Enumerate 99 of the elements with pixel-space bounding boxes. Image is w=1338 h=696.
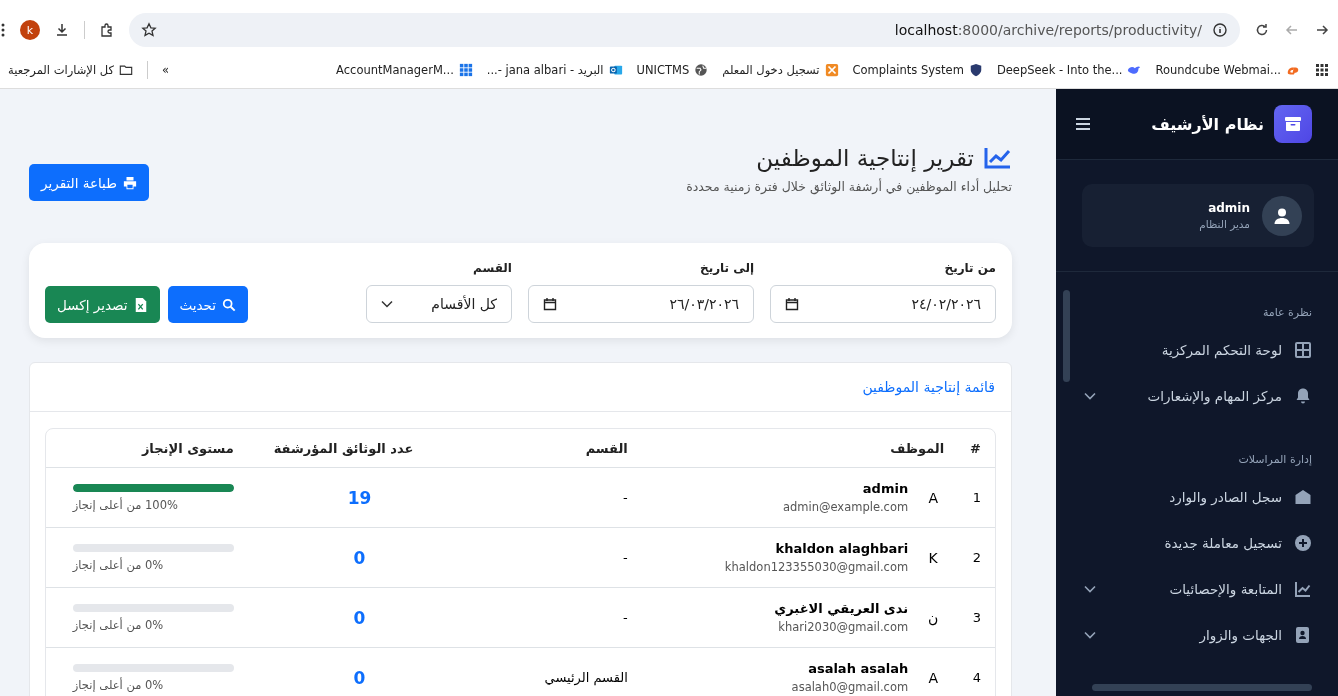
employee-email: asalah0@gmail.com bbox=[791, 680, 909, 694]
plus-circle-icon bbox=[1294, 534, 1312, 552]
download-icon[interactable] bbox=[54, 22, 70, 38]
address-bar[interactable]: localhost:8000/archive/reports/productivity/ bbox=[129, 13, 1240, 47]
column-header: عدد الوثائق المؤرشفة bbox=[273, 440, 414, 456]
nav-item[interactable]: مركز المهام والإشعارات bbox=[1084, 373, 1312, 419]
column-header: الموظف bbox=[890, 440, 945, 456]
nav-item[interactable]: سجل الصادر والوارد bbox=[1084, 474, 1312, 520]
chevron-down-icon bbox=[1084, 585, 1096, 593]
calendar-icon bbox=[785, 297, 799, 311]
info-icon[interactable] bbox=[1212, 22, 1228, 38]
puzzle-icon[interactable] bbox=[99, 22, 115, 38]
row-number: 1 bbox=[972, 490, 981, 505]
bookmark[interactable]: تسجيل دخول المعلم bbox=[722, 63, 839, 77]
department-text: القسم الرئيسي bbox=[544, 670, 628, 685]
shield-icon bbox=[968, 63, 983, 77]
column-header: مستوى الإنجاز bbox=[141, 440, 234, 456]
employee-name: ندى العريقي الاغبري bbox=[774, 601, 909, 616]
app-title: نظام الأرشيف bbox=[1151, 114, 1264, 134]
user-name: admin bbox=[1207, 201, 1250, 215]
user-role: مدير النظام bbox=[1199, 218, 1250, 230]
department-text: - bbox=[623, 550, 628, 565]
employee-email: admin@example.com bbox=[782, 500, 909, 514]
department-text: - bbox=[623, 490, 628, 505]
field-label: إلى تاريخ bbox=[699, 261, 754, 275]
profile-avatar[interactable]: k bbox=[20, 20, 40, 40]
field-label: القسم bbox=[472, 261, 512, 275]
document-count: 0 bbox=[353, 607, 366, 628]
document-count: 0 bbox=[353, 547, 366, 568]
globe-icon bbox=[694, 63, 709, 77]
employee-name: asalah asalah bbox=[807, 661, 909, 676]
progress-reading: 0% من أعلى إنجاز bbox=[72, 617, 165, 632]
employee-name: khaldon alaghbari bbox=[774, 541, 909, 556]
date-field[interactable]: ٢٤/٠٢/٢٠٢٦ bbox=[770, 285, 996, 323]
bell-icon bbox=[1294, 387, 1312, 405]
chevron-down-icon bbox=[1084, 392, 1096, 400]
progress-reading: 0% من أعلى إنجاز bbox=[72, 557, 165, 572]
chart-icon bbox=[1294, 580, 1312, 598]
employee-initial: A bbox=[927, 669, 939, 686]
bookmark[interactable]: UNICTMS bbox=[636, 63, 709, 77]
bookmark[interactable]: AccountManagerM... bbox=[336, 63, 473, 77]
apps-icon[interactable] bbox=[1314, 62, 1330, 78]
employee-email: khaldon123355030@gmail.com bbox=[724, 560, 909, 574]
section-heading: نظرة عامة bbox=[1261, 306, 1312, 319]
page-subtitle: تحليل أداء الموظفين في أرشفة الوثائق خلال فترة زمنية محددة bbox=[686, 179, 1012, 194]
grid-icon bbox=[1294, 341, 1312, 359]
row-number: 2 bbox=[972, 550, 981, 565]
folder-icon bbox=[118, 63, 133, 77]
chevron-down-icon bbox=[1084, 631, 1096, 639]
print-button[interactable]: طباعة التقرير bbox=[29, 164, 149, 201]
employee-initial: ن bbox=[927, 609, 940, 626]
grid-icon bbox=[458, 63, 473, 77]
nav-item[interactable]: المتابعة والإحصائيات bbox=[1084, 566, 1312, 612]
overflow-button[interactable]: » bbox=[161, 63, 169, 77]
calendar-icon bbox=[543, 297, 557, 311]
nav-item[interactable]: لوحة التحكم المركزية bbox=[1084, 327, 1312, 373]
progress-reading: 100% من أعلى إنجاز bbox=[72, 497, 179, 512]
export-excel-button[interactable]: تصدير إكسل bbox=[45, 286, 160, 323]
column-header: القسم bbox=[585, 440, 628, 456]
section-heading: إدارة المراسلات bbox=[1237, 453, 1312, 466]
column-header: # bbox=[970, 440, 981, 456]
excel-file-icon bbox=[133, 297, 148, 312]
bookmark[interactable]: Roundcube Webmai... bbox=[1155, 63, 1300, 77]
chart-icon bbox=[984, 146, 1012, 170]
field-label: من تاريخ bbox=[943, 261, 996, 275]
contact-book-icon bbox=[1294, 626, 1312, 644]
department-select[interactable]: كل الأقسام bbox=[366, 285, 512, 323]
chevron-down-icon bbox=[381, 300, 393, 308]
document-count: 19 bbox=[347, 487, 372, 508]
department-text: - bbox=[623, 610, 628, 625]
row-number: 4 bbox=[972, 670, 981, 685]
employee-initial: K bbox=[927, 549, 939, 566]
employee-name: admin bbox=[861, 481, 909, 496]
mail-icon bbox=[608, 63, 623, 77]
employee-email: khari2030@gmail.com bbox=[777, 620, 909, 634]
all-bookmarks-button[interactable]: كل الإشارات المرجعية bbox=[8, 63, 133, 77]
card-title: قائمة إنتاجية الموظفين bbox=[30, 363, 1011, 412]
row-number: 3 bbox=[972, 610, 981, 625]
star-icon[interactable] bbox=[141, 22, 157, 38]
search-icon bbox=[222, 297, 237, 312]
archive-box-icon bbox=[1274, 105, 1312, 143]
bookmark[interactable]: Complaints System bbox=[852, 63, 983, 77]
nav-item[interactable]: تسجيل معاملة جديدة bbox=[1084, 520, 1312, 566]
user-avatar-icon bbox=[1262, 195, 1302, 236]
reload-icon[interactable] bbox=[1254, 22, 1270, 38]
page-title: تقرير إنتاجية الموظفين bbox=[756, 145, 974, 171]
date-field[interactable]: ٢٦/٠٣/٢٠٢٦ bbox=[528, 285, 754, 323]
x-square-icon bbox=[824, 63, 839, 77]
menu-icon[interactable] bbox=[0, 22, 6, 38]
printer-icon bbox=[122, 175, 137, 190]
menu-icon[interactable] bbox=[1076, 118, 1090, 130]
progress-reading: 0% من أعلى إنجاز bbox=[72, 677, 165, 692]
bookmark[interactable]: البريد - jana albari -... bbox=[486, 63, 623, 77]
document-count: 0 bbox=[353, 667, 366, 688]
refresh-button[interactable]: تحديث bbox=[167, 286, 249, 323]
nav-item[interactable]: الجهات والزوار bbox=[1084, 612, 1312, 658]
employee-initial: A bbox=[927, 489, 939, 506]
url-text: localhost:8000/archive/reports/productivity/ bbox=[894, 22, 1202, 38]
bookmark[interactable]: DeepSeek - Into the... bbox=[996, 63, 1142, 77]
